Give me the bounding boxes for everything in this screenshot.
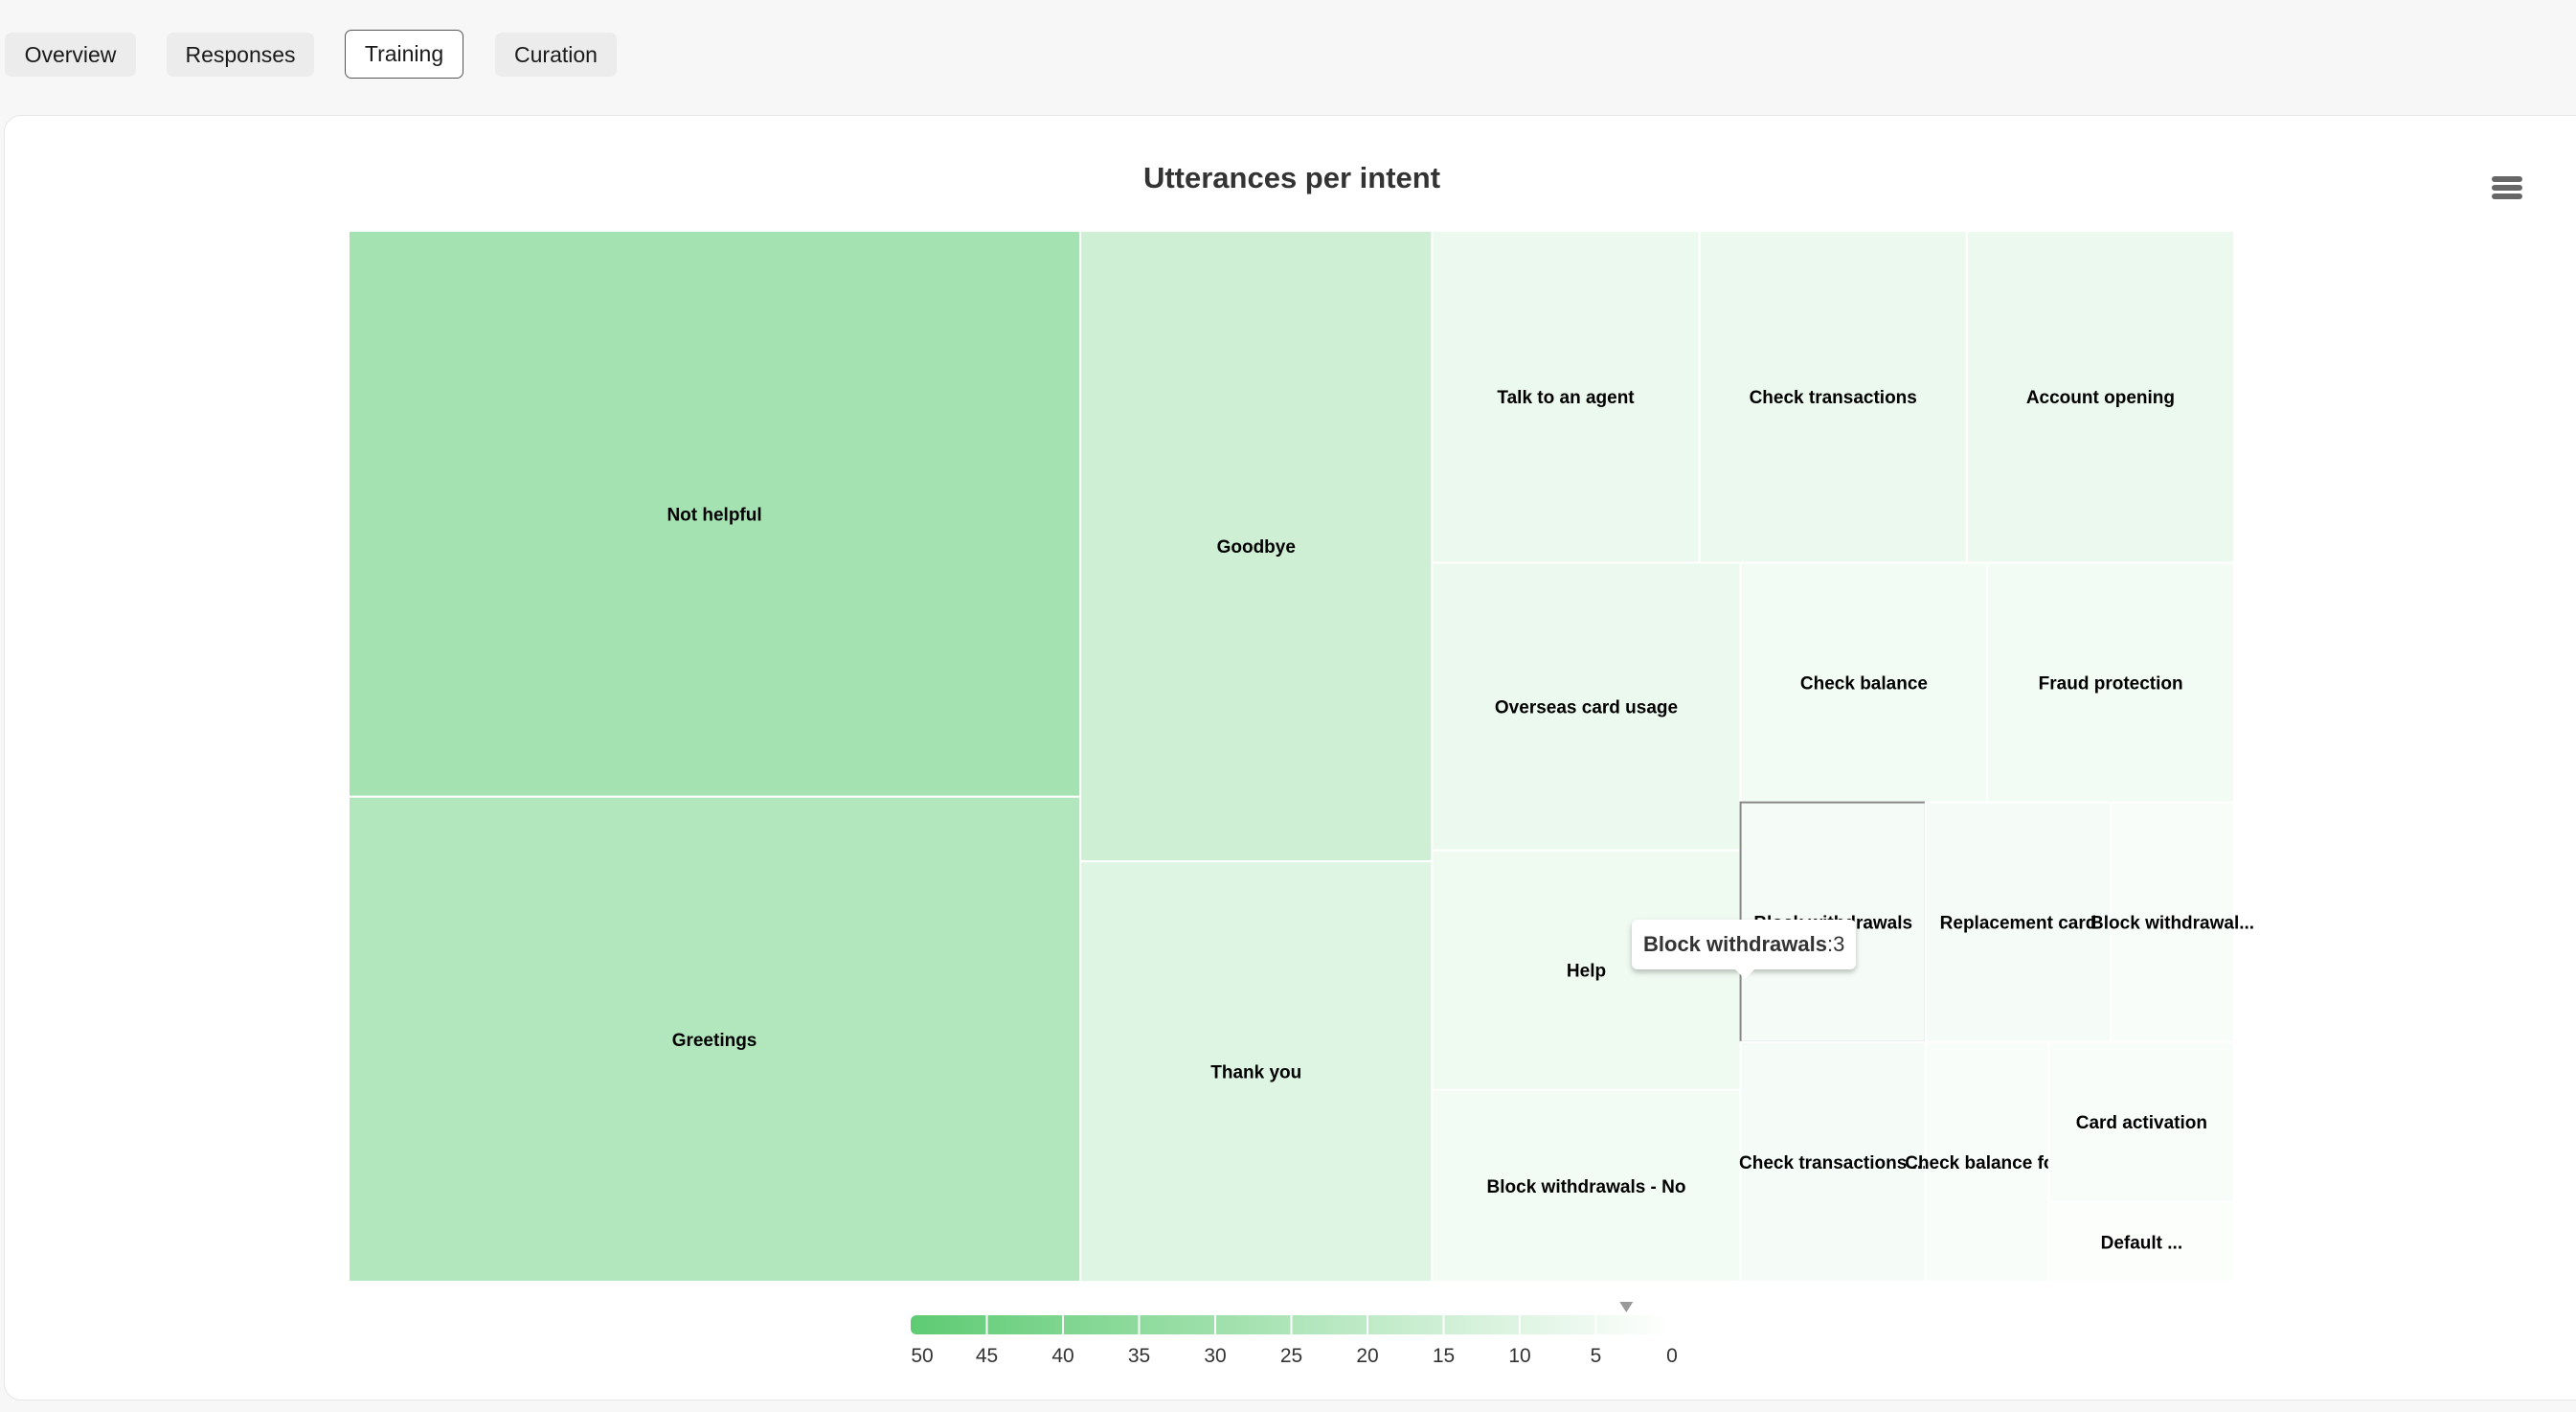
treemap-cell[interactable]: Block withdrawal... (2090, 801, 2254, 1043)
treemap-cell-label: Block withdrawal... (2090, 914, 2254, 934)
treemap-cell-label: Talk to an agent (1497, 388, 1635, 408)
color-legend-marker-icon (1619, 1302, 1634, 1312)
treemap-cell[interactable]: Help (1431, 849, 1742, 1091)
color-legend-tick-label: 20 (1356, 1345, 1379, 1367)
treemap-cell-label: Account opening (2026, 388, 2175, 408)
treemap-cell-label: Goodbye (1217, 537, 1296, 558)
treemap-cell-label: Check balance (1800, 674, 1928, 695)
treemap-cell-label: Block withdrawals - No (1487, 1177, 1686, 1197)
color-legend-tick-label: 30 (1204, 1345, 1227, 1367)
treemap-chart: Not helpful Greetings Goodbye Thank you Talk… (348, 230, 2254, 1334)
color-legend-tick-label: 10 (1508, 1345, 1531, 1367)
treemap-cell[interactable]: Greetings (348, 795, 1082, 1283)
treemap-cell-label: Check transactions (1750, 388, 1917, 408)
treemap-cells: Not helpful Greetings Goodbye Thank you Talk… (348, 230, 2254, 1283)
color-legend-tick-label: 15 (1432, 1345, 1456, 1367)
color-legend-tick-label: 40 (1051, 1345, 1074, 1367)
treemap-cell[interactable]: Replacement card (1924, 801, 2113, 1043)
color-legend-tick-label: 45 (975, 1345, 999, 1367)
color-legend-tick-label: 5 (1590, 1345, 1602, 1367)
treemap-cell[interactable]: Overseas card usage (1431, 561, 1742, 852)
treemap-cell-label: Greetings (672, 1031, 757, 1051)
color-legend (911, 1302, 1672, 1334)
treemap-cell[interactable]: Thank you (1079, 860, 1434, 1283)
treemap-cell-label: Default ... (2101, 1233, 2183, 1253)
color-legend-tick-label: 50 (911, 1345, 934, 1367)
treemap-cell[interactable]: Talk to an agent (1431, 230, 1701, 564)
color-legend-tick-label: 0 (1666, 1345, 1678, 1367)
treemap-cell[interactable]: Block withdrawals - No (1431, 1088, 1742, 1283)
treemap-cell-label: Card activation (2076, 1113, 2207, 1133)
color-legend-tick-label: 25 (1279, 1345, 1303, 1367)
treemap-cell-label: Check balance fo... (1905, 1153, 2069, 1173)
treemap-cell[interactable]: Not helpful (348, 230, 1082, 798)
tooltip-value: 3 (1833, 932, 1845, 956)
treemap-cell-label: Thank you (1210, 1063, 1301, 1083)
treemap-cell[interactable]: Goodbye (1079, 230, 1434, 863)
treemap-cell-label: Overseas card usage (1495, 698, 1678, 718)
treemap-cell[interactable]: Check transactions (1698, 230, 1968, 564)
tooltip: Block withdrawals: 3 (1632, 920, 1857, 979)
color-legend-tick-label: 35 (1127, 1345, 1151, 1367)
treemap-cell-label: Not helpful (667, 505, 761, 525)
treemap-cell[interactable]: Check balance (1739, 561, 1989, 804)
treemap-cell-label: Replacement card (1940, 914, 2097, 934)
treemap-cell-label: Check transactions ... (1739, 1153, 1927, 1173)
treemap-cell[interactable]: Card activation (2047, 1040, 2236, 1203)
treemap-cell-label: Help (1567, 962, 1606, 982)
treemap-cell[interactable]: Account opening (1965, 230, 2236, 564)
treemap-cell[interactable]: Default ... (2047, 1200, 2236, 1283)
treemap-cell-label: Fraud protection (2039, 674, 2183, 695)
treemap-cell[interactable]: Check transactions ... (1739, 1040, 1927, 1283)
treemap-cell[interactable]: Check balance fo... (1905, 1040, 2069, 1283)
treemap-cell[interactable]: Fraud protection (1986, 561, 2235, 804)
tooltip-name: Block withdrawals (1643, 932, 1827, 956)
